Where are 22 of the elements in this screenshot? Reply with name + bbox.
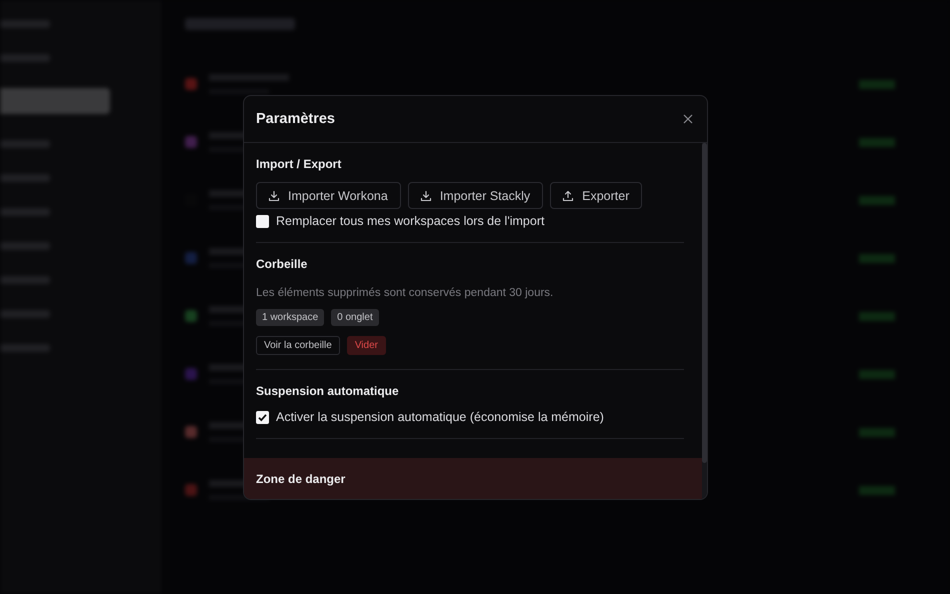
import-button[interactable]: Importer Workona bbox=[256, 182, 401, 209]
section-title: Import / Export bbox=[256, 157, 342, 171]
import-button[interactable]: Importer Stackly bbox=[408, 182, 544, 209]
count-badge: 1 workspace bbox=[256, 309, 324, 326]
upload-icon bbox=[562, 190, 574, 202]
export-button[interactable]: Exporter bbox=[550, 182, 642, 209]
section-title: Corbeille bbox=[256, 257, 308, 271]
danger-zone-title: Zone de danger bbox=[244, 458, 702, 499]
section-title: Suspension automatique bbox=[256, 384, 400, 398]
close-icon[interactable] bbox=[683, 114, 693, 124]
checkbox-label: Remplacer tous mes workspaces lors de l'import bbox=[276, 214, 544, 228]
count-badge: 0 onglet bbox=[331, 309, 379, 326]
scrollbar-thumb[interactable] bbox=[702, 143, 707, 463]
view-trash-button[interactable]: Voir la corbeille bbox=[256, 336, 340, 355]
checkbox[interactable] bbox=[256, 214, 269, 228]
checkbox[interactable] bbox=[256, 410, 269, 424]
download-icon bbox=[420, 190, 432, 202]
empty-trash-button[interactable]: Vider bbox=[346, 336, 386, 355]
dialog-title: Paramètres bbox=[256, 111, 335, 127]
checkbox-label: Activer la suspension automatique (économise la mémoire) bbox=[276, 410, 604, 424]
download-icon bbox=[268, 190, 280, 202]
description-text: Les éléments supprimés sont conservés pendant 30 jours. bbox=[256, 287, 554, 299]
